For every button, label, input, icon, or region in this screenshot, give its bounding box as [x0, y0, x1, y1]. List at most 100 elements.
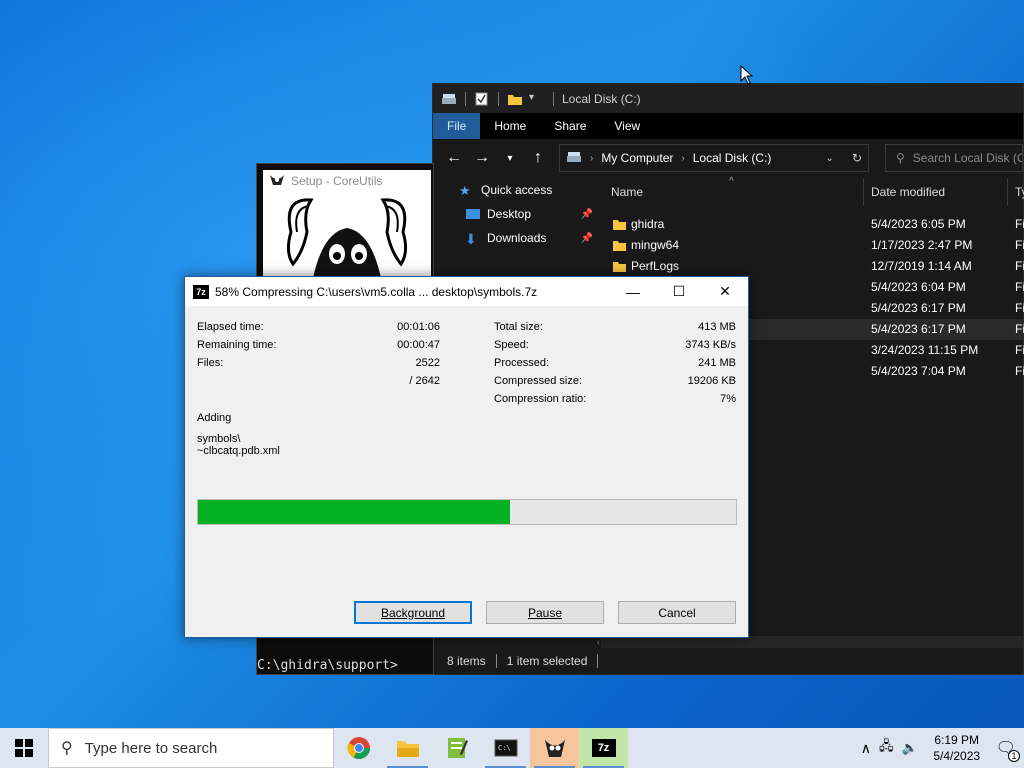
address-dropdown-icon[interactable]: ⌄ — [826, 153, 834, 164]
clock-time: 6:19 PM — [934, 733, 980, 747]
status-separator — [597, 654, 599, 668]
column-date[interactable]: Date modified — [871, 185, 945, 199]
file-type: Fi — [1015, 217, 1024, 231]
start-button[interactable] — [0, 728, 48, 768]
maximize-icon[interactable]: ☐ — [656, 277, 702, 306]
compressed-size-value: 19206 KB — [687, 375, 736, 387]
desktop-icon — [465, 207, 481, 221]
nav-label: Desktop — [487, 207, 532, 221]
search-input[interactable]: ⚲ Search Local Disk (C:) — [885, 144, 1023, 172]
file-date: 5/4/2023 6:17 PM — [871, 322, 966, 336]
properties-icon[interactable] — [474, 92, 490, 106]
ribbon: File Home Share View — [433, 113, 1023, 139]
tab-view[interactable]: View — [600, 113, 654, 139]
notepad-taskbar-icon[interactable] — [432, 728, 481, 768]
back-arrow-icon[interactable]: ← — [441, 145, 467, 171]
file-type: Fi — [1015, 238, 1024, 252]
elapsed-time-value: 00:01:06 — [397, 321, 440, 333]
recent-locations-chevron-icon[interactable]: ▾ — [497, 145, 523, 171]
breadcrumb-chevron-icon[interactable]: › — [681, 153, 684, 164]
setup-titlebar[interactable]: Setup - CoreUtils — [263, 170, 431, 192]
forward-arrow-icon[interactable]: → — [469, 145, 495, 171]
nav-quick-access[interactable]: ★ Quick access — [433, 178, 601, 202]
minimize-icon[interactable]: — — [610, 277, 656, 306]
navigation-bar: ← → ▾ ↑ › My Computer › Local Disk (C:) … — [433, 139, 1023, 177]
taskbar-search-input[interactable]: ⚲ Type here to search — [48, 728, 334, 768]
background-button[interactable]: Background — [354, 601, 472, 624]
button-label: Pause — [527, 605, 563, 620]
tab-home[interactable]: Home — [480, 113, 540, 139]
taskbar: ⚲ Type here to search C:\ 7z ∧ 🖧 🔈 6:19 … — [0, 728, 1024, 768]
7zip-progress-dialog[interactable]: 7z 58% Compressing C:\users\vm5.colla ..… — [184, 276, 749, 638]
file-date: 5/4/2023 6:17 PM — [871, 301, 966, 315]
file-date: 5/4/2023 7:04 PM — [871, 364, 966, 378]
sort-up-icon: ^ — [729, 176, 734, 187]
explorer-titlebar[interactable]: ▾ Local Disk (C:) — [433, 84, 1023, 113]
button-label: Background — [380, 605, 446, 620]
file-type: Fi — [1015, 301, 1024, 315]
setup-title: Setup - CoreUtils — [291, 174, 383, 188]
7zip-taskbar-icon[interactable]: 7z — [579, 728, 628, 768]
file-type: Fi — [1015, 343, 1024, 357]
volume-icon[interactable]: 🔈 — [902, 740, 918, 756]
files-value: 2522 — [415, 357, 440, 369]
breadcrumb-local-disk[interactable]: Local Disk (C:) — [693, 151, 772, 165]
new-folder-icon[interactable] — [507, 92, 523, 106]
drive-icon — [441, 92, 457, 106]
compression-ratio-label: Compression ratio: — [494, 393, 587, 405]
file-name: PerfLogs — [631, 259, 680, 273]
7zip-icon: 7z — [591, 739, 616, 757]
close-icon[interactable]: ✕ — [702, 277, 748, 306]
column-type[interactable]: Ty — [1015, 185, 1024, 199]
nav-downloads[interactable]: ⬇ Downloads 📌 — [433, 226, 601, 250]
setup-gnu-taskbar-icon[interactable] — [530, 728, 579, 768]
pin-icon: 📌 — [580, 232, 593, 244]
refresh-icon[interactable]: ↻ — [852, 151, 862, 165]
remaining-time-label: Remaining time: — [197, 339, 277, 351]
file-explorer-taskbar-icon[interactable] — [383, 728, 432, 768]
column-name[interactable]: Name — [611, 185, 643, 199]
window-title: Local Disk (C:) — [562, 91, 641, 106]
notifications-icon[interactable]: 🗨 1 — [996, 738, 1020, 762]
nav-desktop[interactable]: Desktop 📌 — [433, 202, 601, 226]
terminal-taskbar-icon[interactable]: C:\ — [481, 728, 530, 768]
search-placeholder: Search Local Disk (C:) — [912, 151, 1023, 165]
file-type: Fi — [1015, 259, 1024, 273]
tab-file[interactable]: File — [433, 113, 481, 139]
folder-icon — [613, 218, 626, 230]
tab-share[interactable]: Share — [540, 113, 600, 139]
file-row[interactable]: mingw64 1/17/2023 2:47 PM Fi — [601, 235, 1024, 256]
total-size-value: 413 MB — [698, 321, 736, 333]
cancel-button[interactable]: Cancel — [618, 601, 736, 624]
processed-label: Processed: — [494, 357, 550, 369]
dialog-titlebar[interactable]: 7z 58% Compressing C:\users\vm5.colla ..… — [185, 277, 748, 306]
clock[interactable]: 6:19 PM 5/4/2023 — [926, 732, 988, 764]
button-label: Cancel — [658, 605, 696, 620]
speed-label: Speed: — [494, 339, 529, 351]
file-row[interactable]: ghidra 5/4/2023 6:05 PM Fi — [601, 214, 1024, 235]
column-divider[interactable] — [1007, 178, 1008, 206]
search-icon: ⚲ — [61, 740, 73, 757]
chevron-down-icon[interactable]: ▾ — [529, 92, 545, 106]
current-file: ~clbcatq.pdb.xml — [197, 445, 280, 457]
address-bar[interactable]: › My Computer › Local Disk (C:) ⌄ ↻ — [559, 144, 869, 172]
compression-ratio-value: 7% — [720, 393, 736, 405]
up-arrow-icon[interactable]: ↑ — [525, 145, 551, 171]
file-date: 5/4/2023 6:04 PM — [871, 280, 966, 294]
file-date: 3/24/2023 11:15 PM — [871, 343, 979, 357]
breadcrumb-my-computer[interactable]: My Computer — [601, 151, 673, 165]
7zip-icon: 7z — [193, 284, 209, 299]
chrome-taskbar-icon[interactable] — [334, 728, 383, 768]
star-icon: ★ — [459, 183, 471, 198]
processed-value: 241 MB — [698, 357, 736, 369]
show-hidden-icons-chevron-icon[interactable]: ∧ — [861, 740, 871, 757]
breadcrumb-chevron-icon[interactable]: › — [590, 153, 593, 164]
file-row[interactable]: PerfLogs 12/7/2019 1:14 AM Fi — [601, 256, 1024, 277]
taskbar-search-placeholder: Type here to search — [84, 739, 218, 757]
pause-button[interactable]: Pause — [486, 601, 604, 624]
speed-value: 3743 KB/s — [685, 339, 736, 351]
clock-date: 5/4/2023 — [933, 749, 981, 763]
column-divider[interactable] — [863, 178, 864, 206]
network-icon[interactable]: 🖧 — [879, 737, 894, 759]
files-label: Files: — [197, 357, 224, 369]
